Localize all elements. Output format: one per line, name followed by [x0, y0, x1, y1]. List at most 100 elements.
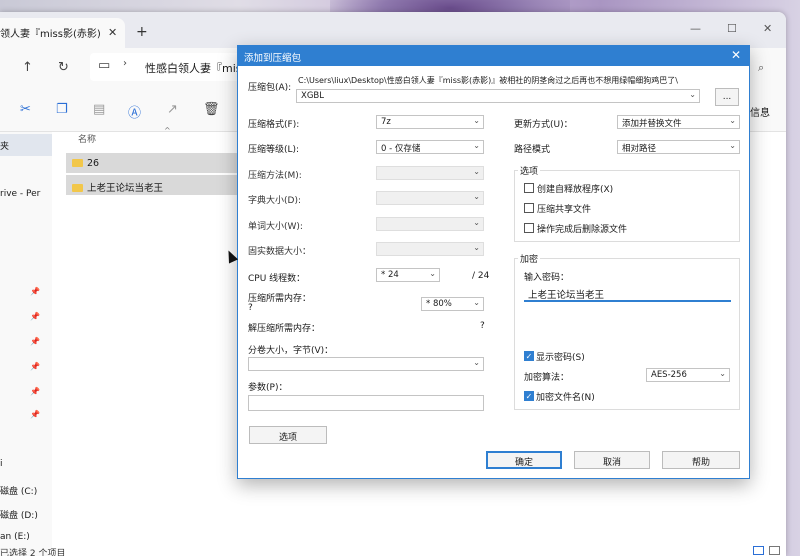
archive-name-value: XGBL — [301, 91, 324, 101]
show-password-label: 显示密码(S) — [536, 353, 585, 363]
chevron-down-icon: ⌄ — [473, 358, 480, 367]
chevron-down-icon: ⌄ — [473, 192, 480, 201]
path-mode-value: 相对路径 — [622, 144, 657, 154]
details-view-icon[interactable] — [753, 546, 764, 555]
format-label: 压缩格式(F): — [248, 120, 300, 130]
ok-button[interactable]: 确定 — [486, 451, 562, 469]
update-mode-value: 添加并替换文件 — [622, 119, 682, 129]
pin-icon: 📌 — [30, 337, 40, 346]
close-icon[interactable]: ✕ — [731, 48, 741, 62]
add-to-archive-dialog: 添加到压缩包 ✕ 压缩包(A): C:\Users\liux\Desktop\性… — [237, 45, 750, 479]
up-arrow-icon[interactable]: ↑ — [22, 60, 33, 75]
pin-icon: 📌 — [30, 387, 40, 396]
cut-icon[interactable]: ✂ — [20, 102, 31, 117]
chevron-down-icon: ⌄ — [429, 269, 436, 278]
navigation-pane: 夹 rive - Per 📌 📌 📌 📌 📌 📌 i 磁盘 (C:) 磁盘 (D… — [0, 132, 52, 556]
chevron-down-icon: ⌄ — [729, 116, 736, 125]
close-window-icon[interactable]: ✕ — [763, 22, 772, 35]
update-mode-label: 更新方式(U)： — [514, 120, 573, 130]
options-button[interactable]: 选项 — [249, 426, 327, 444]
copy-icon[interactable]: ❐ — [56, 102, 68, 117]
format-value: 7z — [381, 117, 391, 127]
cpu-threads-label: CPU 线程数： — [248, 274, 306, 284]
archive-name-combo[interactable]: XGBL ⌄ — [296, 89, 700, 103]
show-password-checkbox[interactable]: ✓ — [524, 351, 534, 361]
chevron-down-icon: ⌄ — [719, 369, 726, 378]
solid-size-label: 固实数据大小： — [248, 247, 312, 257]
pin-icon: 📌 — [30, 287, 40, 296]
new-tab-icon[interactable]: + — [136, 24, 148, 40]
parameters-input[interactable] — [248, 395, 484, 411]
delete-source-checkbox[interactable] — [524, 223, 534, 233]
encrypt-names-checkbox[interactable]: ✓ — [524, 391, 534, 401]
solid-size-select: ⌄ — [376, 242, 484, 256]
method-select: ⌄ — [376, 166, 484, 180]
cpu-threads-total: / 24 — [472, 271, 490, 281]
sidebar-item-folder[interactable]: 夹 — [0, 134, 52, 156]
list-item[interactable]: 上老王论坛当老王 — [66, 175, 242, 195]
cpu-threads-value: * 24 — [381, 270, 399, 280]
close-tab-icon[interactable]: ✕ — [108, 26, 117, 39]
help-button[interactable]: 帮助 — [662, 451, 740, 469]
delete-source-label: 操作完成后删除源文件 — [537, 225, 628, 235]
sidebar-item-this-pc[interactable]: i — [0, 459, 52, 469]
list-item[interactable]: 26 — [66, 153, 242, 173]
rename-icon[interactable]: Ⓐ — [128, 102, 141, 121]
sidebar-item-drive-d[interactable]: 磁盘 (D:) — [0, 508, 52, 521]
share-icon[interactable]: ↗ — [167, 102, 178, 117]
archive-path: C:\Users\liux\Desktop\性感白领人妻『miss影(赤影)』被… — [298, 76, 678, 85]
folder-icon — [72, 159, 83, 167]
dictionary-label: 字典大小(D): — [248, 196, 301, 206]
encryption-method-label: 加密算法： — [524, 373, 570, 383]
chevron-down-icon: ⌄ — [473, 298, 480, 307]
breadcrumb[interactable]: 性感白领人妻『miss — [145, 60, 247, 76]
delete-icon[interactable]: 🗑 — [203, 102, 220, 117]
memory-usage-select[interactable]: * 80% ⌄ — [421, 297, 484, 311]
archive-label: 压缩包(A): — [248, 83, 292, 93]
sfx-label: 创建自释放程序(X) — [537, 185, 614, 195]
split-size-combo[interactable]: ⌄ — [248, 357, 484, 371]
encrypt-names-label: 加密文件名(N) — [536, 393, 595, 403]
file-name: 上老王论坛当老王 — [87, 183, 164, 194]
sidebar-item-onedrive[interactable]: rive - Per — [0, 189, 52, 199]
options-group-title: 选项 — [518, 164, 541, 177]
refresh-icon[interactable]: ↻ — [58, 60, 69, 75]
paste-icon[interactable]: ▤ — [93, 102, 105, 117]
details-label[interactable]: 信息 — [750, 104, 770, 119]
password-input[interactable]: 上老王论坛当老王 — [524, 286, 731, 302]
chevron-down-icon: ⌄ — [473, 218, 480, 227]
level-select[interactable]: 0 - 仅存储 ⌄ — [376, 140, 484, 154]
level-value: 0 - 仅存储 — [381, 144, 421, 154]
encryption-method-value: AES-256 — [651, 370, 687, 380]
cpu-threads-select[interactable]: * 24 ⌄ — [376, 268, 440, 282]
sort-up-icon: ^ — [164, 126, 171, 135]
sidebar-item-drive-e[interactable]: an (E:) — [0, 532, 52, 542]
pin-icon: 📌 — [30, 312, 40, 321]
minimize-icon[interactable]: — — [690, 22, 701, 35]
word-size-select: ⌄ — [376, 217, 484, 231]
path-mode-select[interactable]: 相对路径 ⌄ — [617, 140, 740, 154]
tiles-view-icon[interactable] — [769, 546, 780, 555]
update-mode-select[interactable]: 添加并替换文件 ⌄ — [617, 115, 740, 129]
maximize-icon[interactable]: ☐ — [727, 22, 737, 35]
pin-icon: 📌 — [30, 362, 40, 371]
pin-icon: 📌 — [30, 410, 40, 419]
chevron-down-icon: ⌄ — [473, 243, 480, 252]
dialog-title: 添加到压缩包 — [244, 53, 302, 64]
tab-strip: 领人妻『miss影(赤影) ✕ + — ☐ ✕ — [0, 12, 786, 48]
cancel-button[interactable]: 取消 — [574, 451, 650, 469]
shared-files-checkbox[interactable] — [524, 203, 534, 213]
column-header-name[interactable]: 名称 — [78, 132, 96, 145]
sfx-checkbox[interactable] — [524, 183, 534, 193]
encryption-method-select[interactable]: AES-256 ⌄ — [646, 368, 730, 382]
sidebar-item-drive-c[interactable]: 磁盘 (C:) — [0, 484, 52, 497]
browse-button[interactable]: ... — [715, 88, 739, 106]
decompress-memory-label: 解压缩所需内存： — [248, 324, 321, 334]
chevron-down-icon: ⌄ — [473, 167, 480, 176]
search-icon[interactable]: ⌕ — [758, 61, 764, 75]
status-bar: 已选择 2 个项目 — [0, 549, 66, 556]
dictionary-select: ⌄ — [376, 191, 484, 205]
explorer-tab[interactable]: 领人妻『miss影(赤影) — [0, 18, 125, 48]
format-select[interactable]: 7z ⌄ — [376, 115, 484, 129]
password-value: 上老王论坛当老王 — [528, 290, 605, 301]
